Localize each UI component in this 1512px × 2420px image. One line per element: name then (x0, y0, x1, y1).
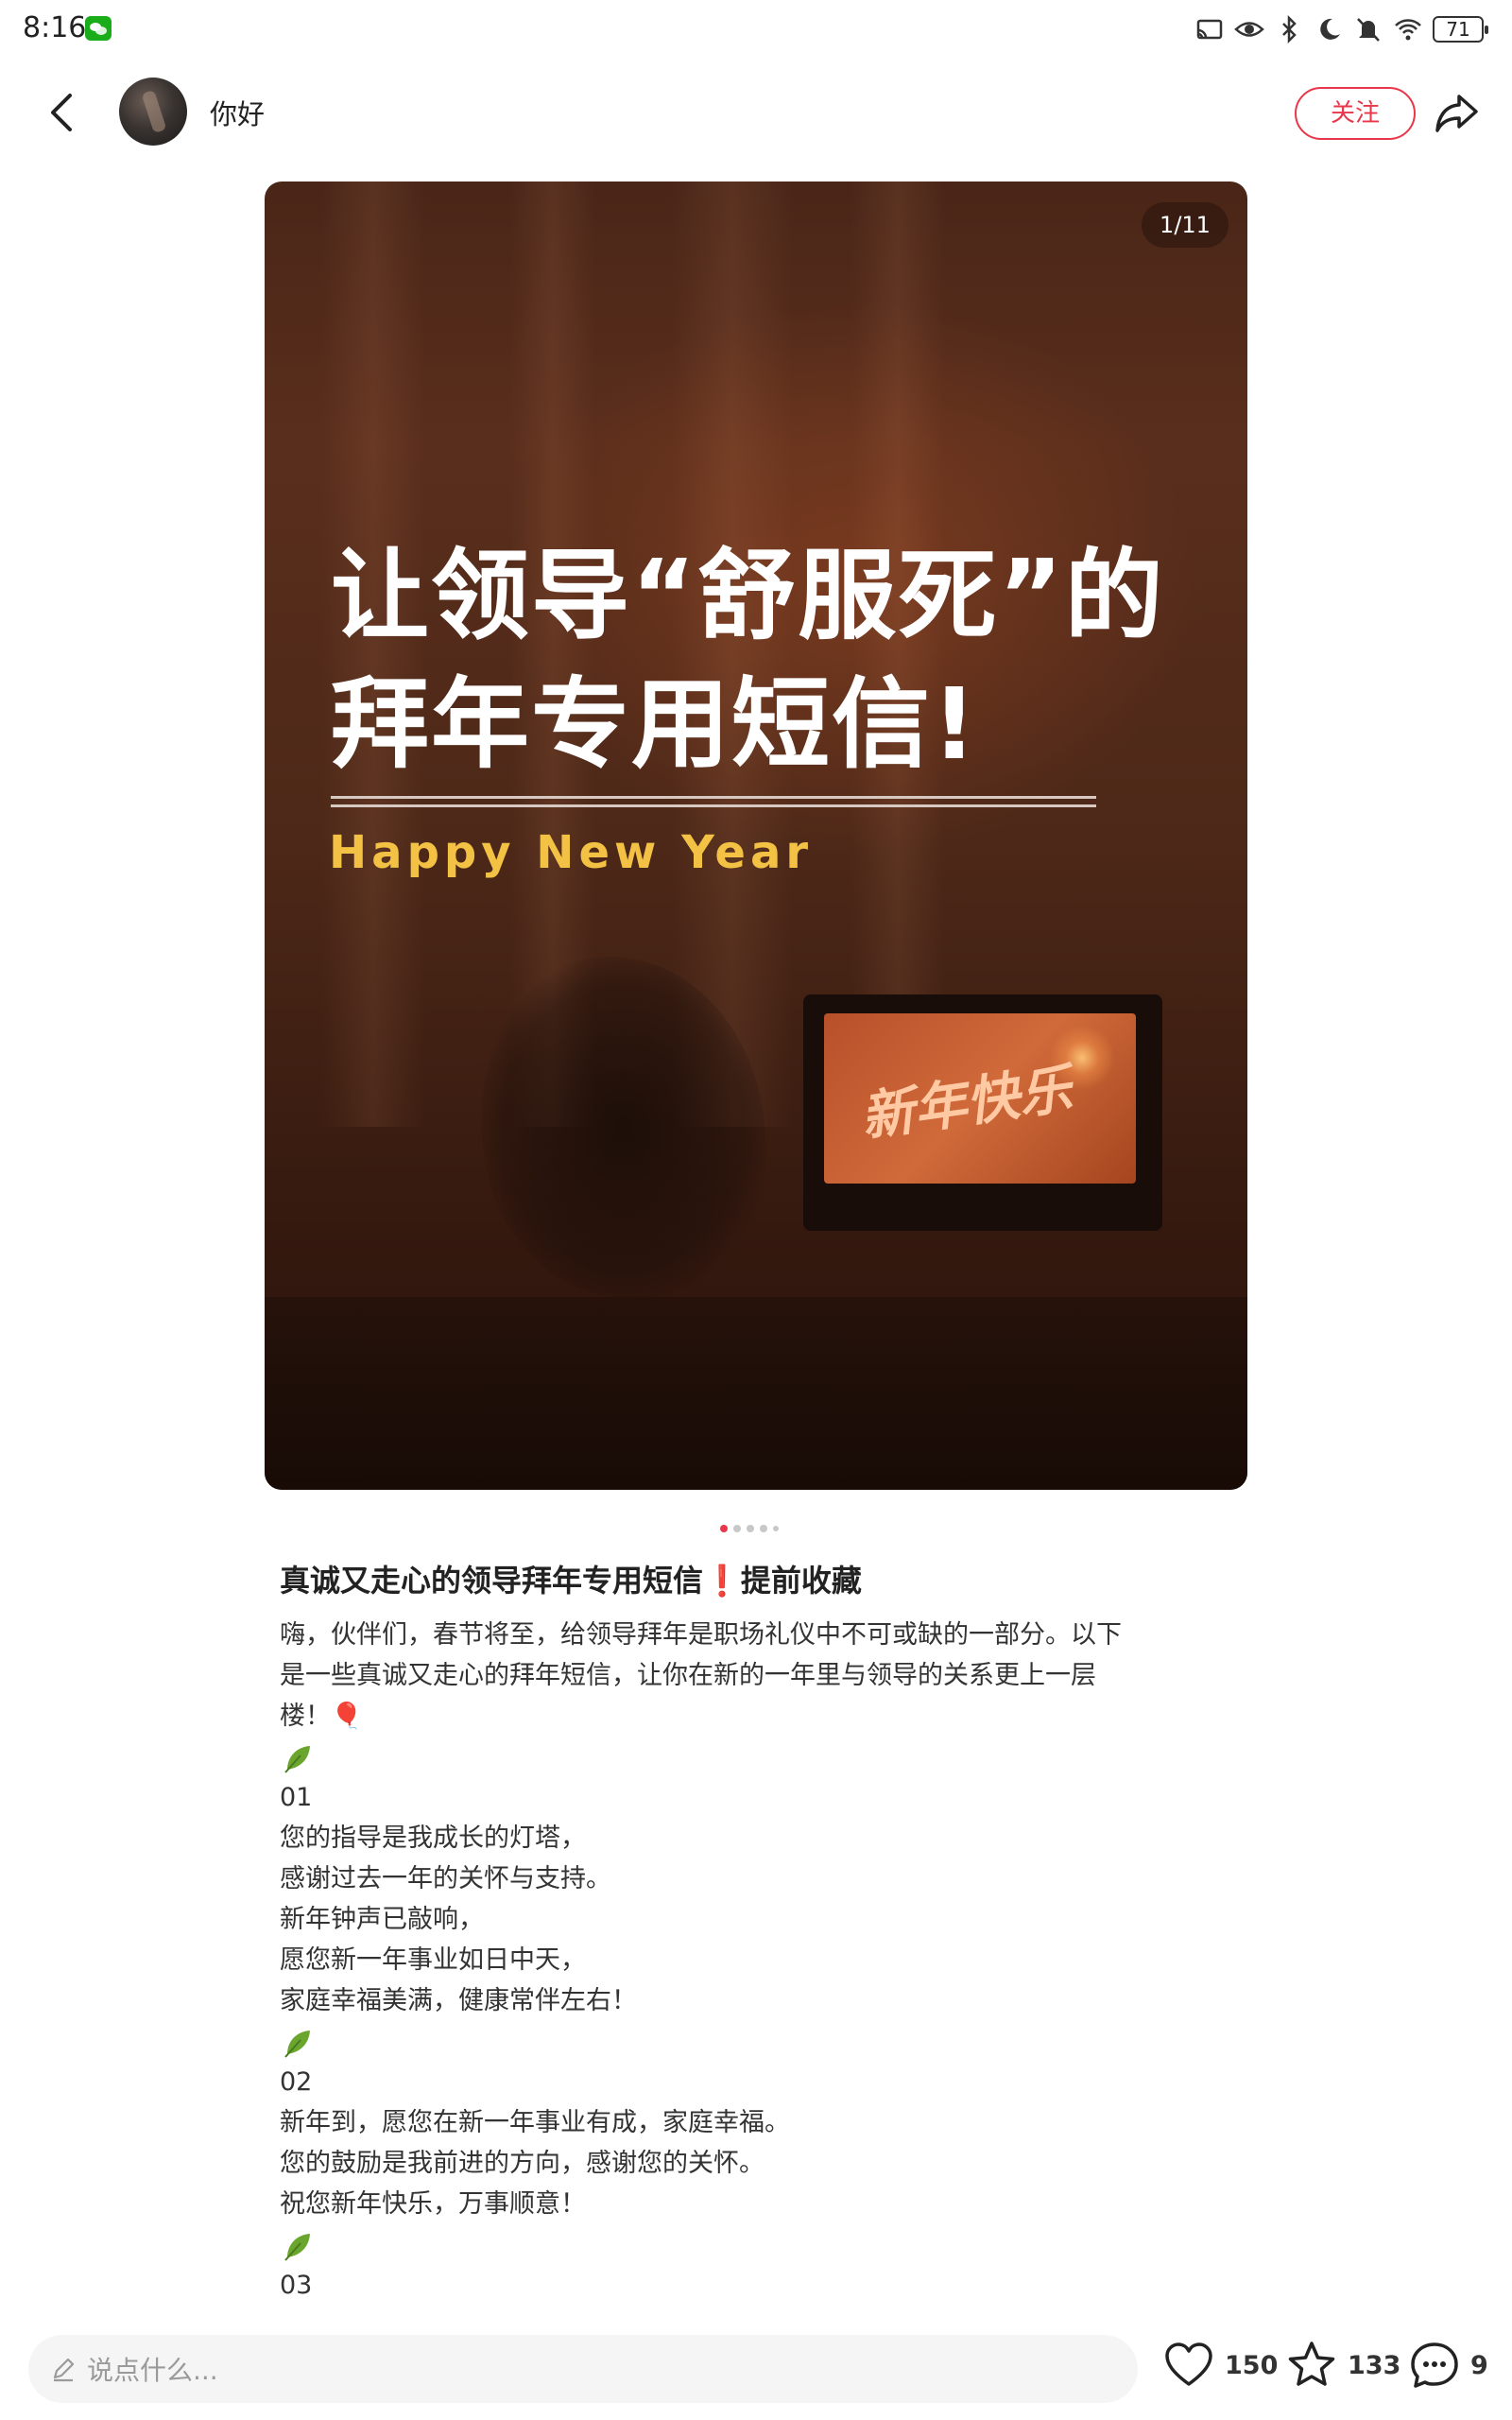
section-divider (280, 2021, 1263, 2062)
post-title: 真诚又走心的领导拜年专用短信❗提前收藏 (280, 1563, 862, 1599)
body-line: 楼！🎈 (280, 1702, 363, 1731)
post-header: 你好 关注 (0, 70, 1512, 155)
section-number: 03 (280, 2271, 313, 2300)
wechat-notification-icon (85, 16, 112, 41)
like-button[interactable]: 150 (1162, 2339, 1278, 2392)
carousel-dot (747, 1525, 754, 1532)
carousel-dot (733, 1525, 741, 1532)
post-body: 嗨，伙伴们，春节将至，给领导拜年是职场礼仪中不可或缺的一部分。以下 是一些真诚又… (280, 1615, 1263, 2306)
favorite-button[interactable]: 133 (1285, 2339, 1400, 2392)
mute-bell-icon (1357, 18, 1380, 42)
leaf-icon (280, 1741, 314, 1775)
section-line: 您的鼓励是我前进的方向，感谢您的关怀。 (280, 2149, 765, 2178)
poster-title: 让领导“舒服死”的 拜年专用短信! (331, 531, 1219, 788)
section-line: 家庭幸福美满，健康常伴左右！ (280, 1986, 637, 2015)
title-divider (331, 796, 1096, 807)
status-time: 8:16 (23, 11, 87, 44)
share-icon (1435, 95, 1478, 132)
body-line: 是一些真诚又走心的拜年短信，让你在新的一年里与领导的关系更上一层 (280, 1661, 1096, 1690)
comment-bubble-icon (1411, 2342, 1458, 2388)
comment-input[interactable]: 说点什么... (28, 2335, 1138, 2403)
star-icon (1288, 2342, 1335, 2386)
post-sections: 01 您的指导是我成长的灯塔， 感谢过去一年的关怀与支持。 新年钟声已敲响， 愿您新一年… (280, 1737, 1263, 2306)
status-bar: 8:16 71 (0, 0, 1512, 60)
section-divider (280, 1737, 1263, 1777)
favorite-count: 133 (1348, 2350, 1401, 2380)
section-divider (280, 2224, 1263, 2265)
body-line: 嗨，伙伴们，春节将至，给领导拜年是职场礼仪中不可或缺的一部分。以下 (280, 1620, 1122, 1650)
share-button[interactable] (1433, 89, 1482, 138)
heart-icon (1165, 2342, 1212, 2386)
comment-placeholder: 说点什么... (87, 2355, 218, 2386)
battery-indicator: 71 (1433, 16, 1488, 43)
wifi-icon (1395, 19, 1421, 41)
bottom-action-bar: 说点什么... 150 133 9 (0, 2325, 1512, 2420)
section-line: 新年钟声已敲响， (280, 1905, 484, 1934)
comment-button[interactable]: 9 (1408, 2339, 1488, 2392)
section-number: 02 (280, 2067, 313, 2097)
carousel-dot (760, 1525, 767, 1532)
section-line: 感谢过去一年的关怀与支持。 (280, 1864, 611, 1893)
carousel-dots (720, 1525, 779, 1532)
author-avatar[interactable] (119, 78, 187, 146)
follow-button[interactable]: 关注 (1295, 87, 1416, 140)
back-button[interactable] (38, 89, 85, 136)
comment-count: 9 (1470, 2350, 1488, 2380)
carousel-dot (773, 1526, 779, 1531)
poster-title-line1: 让领导“舒服死”的 (331, 538, 1165, 653)
section-line: 祝您新年快乐，万事顺意！ (280, 2189, 586, 2219)
table-shadow (265, 1297, 1247, 1490)
back-arrow-icon (51, 94, 72, 131)
post-image-carousel[interactable]: 新年快乐 1/11 让领导“舒服死”的 拜年专用短信! Happy New Ye… (265, 182, 1247, 1490)
status-icons: 71 (1194, 15, 1488, 43)
post-content: 真诚又走心的领导拜年专用短信❗提前收藏 嗨，伙伴们，春节将至，给领导拜年是职场礼… (280, 1558, 1263, 2306)
page-indicator: 1/11 (1142, 202, 1228, 248)
eye-icon (1234, 22, 1264, 37)
tv-text: 新年快乐 (857, 1057, 1076, 1150)
bluetooth-icon (1282, 15, 1297, 43)
poster-title-line2: 拜年专用短信! (331, 666, 979, 782)
cast-icon (1196, 19, 1223, 40)
leaf-icon (280, 2026, 314, 2060)
author-name[interactable]: 你好 (210, 93, 265, 132)
tv-screen: 新年快乐 (803, 994, 1162, 1231)
leaf-icon (280, 2229, 314, 2263)
carousel-dot (720, 1525, 728, 1532)
moon-icon (1320, 18, 1340, 40)
like-count: 150 (1225, 2350, 1279, 2380)
section-line: 新年到，愿您在新一年事业有成，家庭幸福。 (280, 2108, 790, 2137)
poster-subtitle: Happy New Year (329, 826, 814, 879)
section-line: 愿您新一年事业如日中天， (280, 1945, 586, 1975)
pencil-icon (53, 2358, 75, 2382)
section-number: 01 (280, 1783, 313, 1812)
section-line: 您的指导是我成长的灯塔， (280, 1824, 586, 1853)
